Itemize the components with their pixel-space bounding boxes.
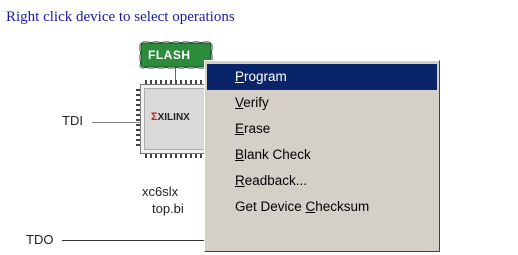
menu-label-mnemonic: P xyxy=(235,69,245,84)
menu-item-program[interactable]: Program xyxy=(207,64,437,90)
tdi-label: TDI xyxy=(62,113,83,128)
xilinx-logo-text: XILINX xyxy=(157,112,190,123)
menu-label-rest: eadback... xyxy=(244,173,308,188)
menu-item-get-device-checksum[interactable]: Get Device Checksum xyxy=(207,194,437,220)
menu-label-rest: lank Check xyxy=(244,147,311,162)
menu-label-prefix: Get Device xyxy=(235,199,306,214)
device-context-menu: Program Verify Erase Blank Check Readbac… xyxy=(204,60,440,252)
xilinx-logo: ΣXILINX xyxy=(151,111,190,123)
menu-label-mnemonic: R xyxy=(235,173,245,188)
chip-pins-top xyxy=(145,80,207,84)
menu-label-mnemonic: B xyxy=(235,147,245,162)
chip-pins-left xyxy=(136,89,140,149)
fpga-device[interactable]: ΣXILINX xyxy=(136,80,212,158)
chip-pins-bottom xyxy=(145,154,207,158)
menu-label-rest: rase xyxy=(244,121,271,136)
device-part-name: xc6slx xyxy=(142,184,179,199)
menu-label-mnemonic: C xyxy=(305,199,316,214)
menu-label-rest: hecksum xyxy=(315,199,370,214)
xilinx-x-icon: Σ xyxy=(151,111,158,123)
menu-item-readback[interactable]: Readback... xyxy=(207,168,437,194)
tdi-wire xyxy=(92,122,142,123)
menu-label-mnemonic: E xyxy=(235,121,245,136)
menu-item-verify[interactable]: Verify xyxy=(207,90,437,116)
tdo-label: TDO xyxy=(26,232,54,247)
flash-device[interactable]: FLASH xyxy=(139,41,213,69)
instruction-text: Right click device to select operations xyxy=(6,9,235,25)
menu-item-erase[interactable]: Erase xyxy=(207,116,437,142)
flash-label: FLASH xyxy=(148,48,191,62)
tdo-wire xyxy=(62,240,212,241)
device-bitfile-name: top.bi xyxy=(152,201,184,216)
menu-item-blank-check[interactable]: Blank Check xyxy=(207,142,437,168)
menu-label-rest: erify xyxy=(243,95,269,110)
menu-label-rest: rogram xyxy=(244,69,287,84)
